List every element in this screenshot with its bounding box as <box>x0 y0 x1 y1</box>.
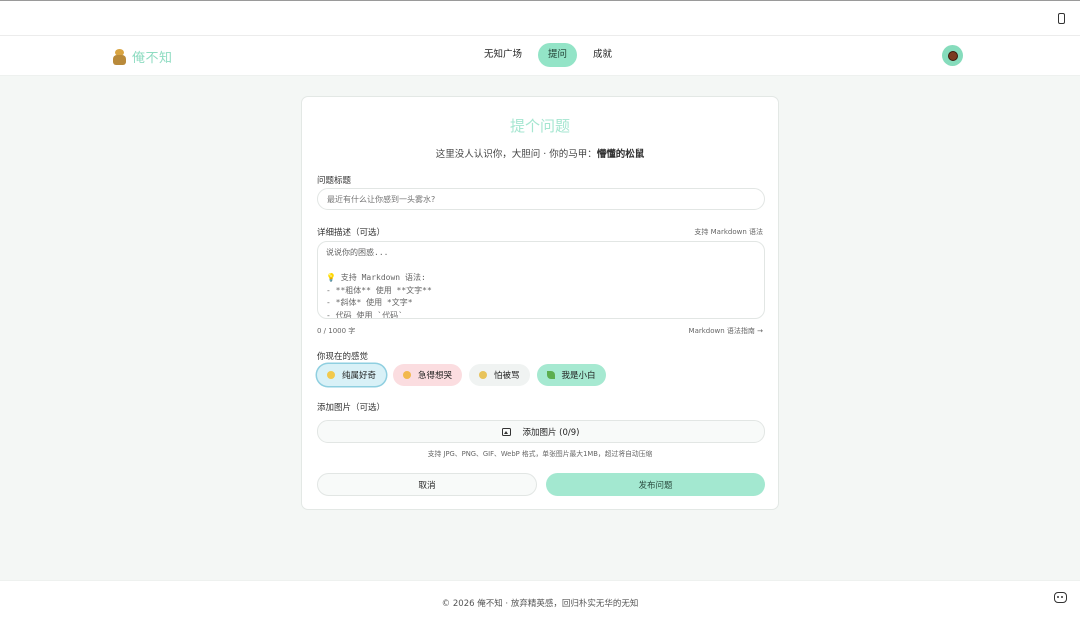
navigation-bar: 俺不知 无知广场 提问 成就 <box>0 36 1080 76</box>
mobile-view-icon[interactable] <box>1058 13 1065 24</box>
user-avatar[interactable] <box>942 45 963 66</box>
feeling-beginner[interactable]: 我是小白 <box>536 364 606 386</box>
feeling-label: 你现在的感觉 <box>317 352 369 362</box>
cancel-button[interactable]: 取消 <box>317 473 537 496</box>
feeling-options: 纯属好奇 急得想哭 怕被骂 我是小白 <box>317 364 613 386</box>
fearful-emoji-icon <box>479 371 488 379</box>
footer: © 2026 俺不知 · 放弃精英感，回归朴实无华的无知 <box>0 580 1080 623</box>
title-label: 问题标题 <box>317 176 352 186</box>
avatar-face-icon <box>947 50 958 61</box>
nav-achievements[interactable]: 成就 <box>583 43 622 67</box>
feeling-label-text: 急得想哭 <box>418 371 453 381</box>
add-image-button[interactable]: 添加图片 (0/9) <box>317 420 765 443</box>
feeling-anxious[interactable]: 急得想哭 <box>393 364 463 386</box>
description-textarea[interactable]: 说说你的困惑... 💡 支持 Markdown 语法: - **粗体** 使用 … <box>317 241 765 319</box>
crying-emoji-icon <box>403 371 412 379</box>
placeholder-line: - **粗体** 使用 **文字** <box>326 285 432 295</box>
subtitle-text: 这里没人认识你，大胆问 · 你的马甲： <box>435 149 597 160</box>
sprout-icon <box>546 371 555 379</box>
description-label: 详细描述（可选） <box>317 228 386 238</box>
title-input[interactable] <box>317 188 765 210</box>
anonymous-subtitle: 这里没人认识你，大胆问 · 你的马甲：懵懂的松鼠 <box>302 146 778 160</box>
alias-name: 懵懂的松鼠 <box>596 149 645 160</box>
markdown-support-hint: 支持 Markdown 语法 <box>694 228 763 236</box>
feeling-label-text: 纯属好奇 <box>342 371 377 381</box>
top-bar <box>0 0 1080 36</box>
curious-emoji-icon <box>327 371 335 379</box>
chatbot-icon[interactable] <box>1054 592 1067 603</box>
mascot-icon <box>112 48 127 65</box>
add-image-label: 添加图片 (0/9) <box>522 427 580 438</box>
placeholder-line: 💡 支持 Markdown 语法: <box>326 273 426 283</box>
brand-logo[interactable]: 俺不知 <box>112 47 173 66</box>
feeling-scared[interactable]: 怕被骂 <box>469 364 530 386</box>
placeholder-line: - 代码 使用 `代码` <box>326 310 403 319</box>
nav-ask[interactable]: 提问 <box>538 43 578 67</box>
placeholder-line: 说说你的困惑... <box>326 248 389 257</box>
feeling-curious[interactable]: 纯属好奇 <box>317 364 387 386</box>
feeling-label-text: 我是小白 <box>561 371 596 381</box>
image-format-hint: 支持 JPG、PNG、GIF、WebP 格式，单张图片最大1MB，超过将自动压缩 <box>427 450 653 458</box>
image-icon <box>502 427 512 436</box>
placeholder-line <box>326 260 756 273</box>
brand-name: 俺不知 <box>132 51 173 66</box>
page-title: 提个问题 <box>509 117 570 135</box>
footer-copyright: © 2026 俺不知 · 放弃精英感，回归朴实无华的无知 <box>441 599 639 609</box>
feeling-label-text: 怕被骂 <box>494 371 520 381</box>
image-label: 添加图片（可选） <box>317 403 386 413</box>
placeholder-line: - *斜体* 使用 *文字* <box>326 298 413 308</box>
submit-question-button[interactable]: 发布问题 <box>546 473 765 496</box>
char-counter: 0 / 1000 字 <box>317 327 356 335</box>
markdown-guide-link[interactable]: Markdown 语法指南 → <box>689 326 763 336</box>
nav-links: 无知广场 提问 成就 <box>474 43 628 67</box>
ask-question-card: 提个问题 这里没人认识你，大胆问 · 你的马甲：懵懂的松鼠 问题标题 详细描述（… <box>301 96 779 510</box>
nav-square[interactable]: 无知广场 <box>474 43 532 67</box>
